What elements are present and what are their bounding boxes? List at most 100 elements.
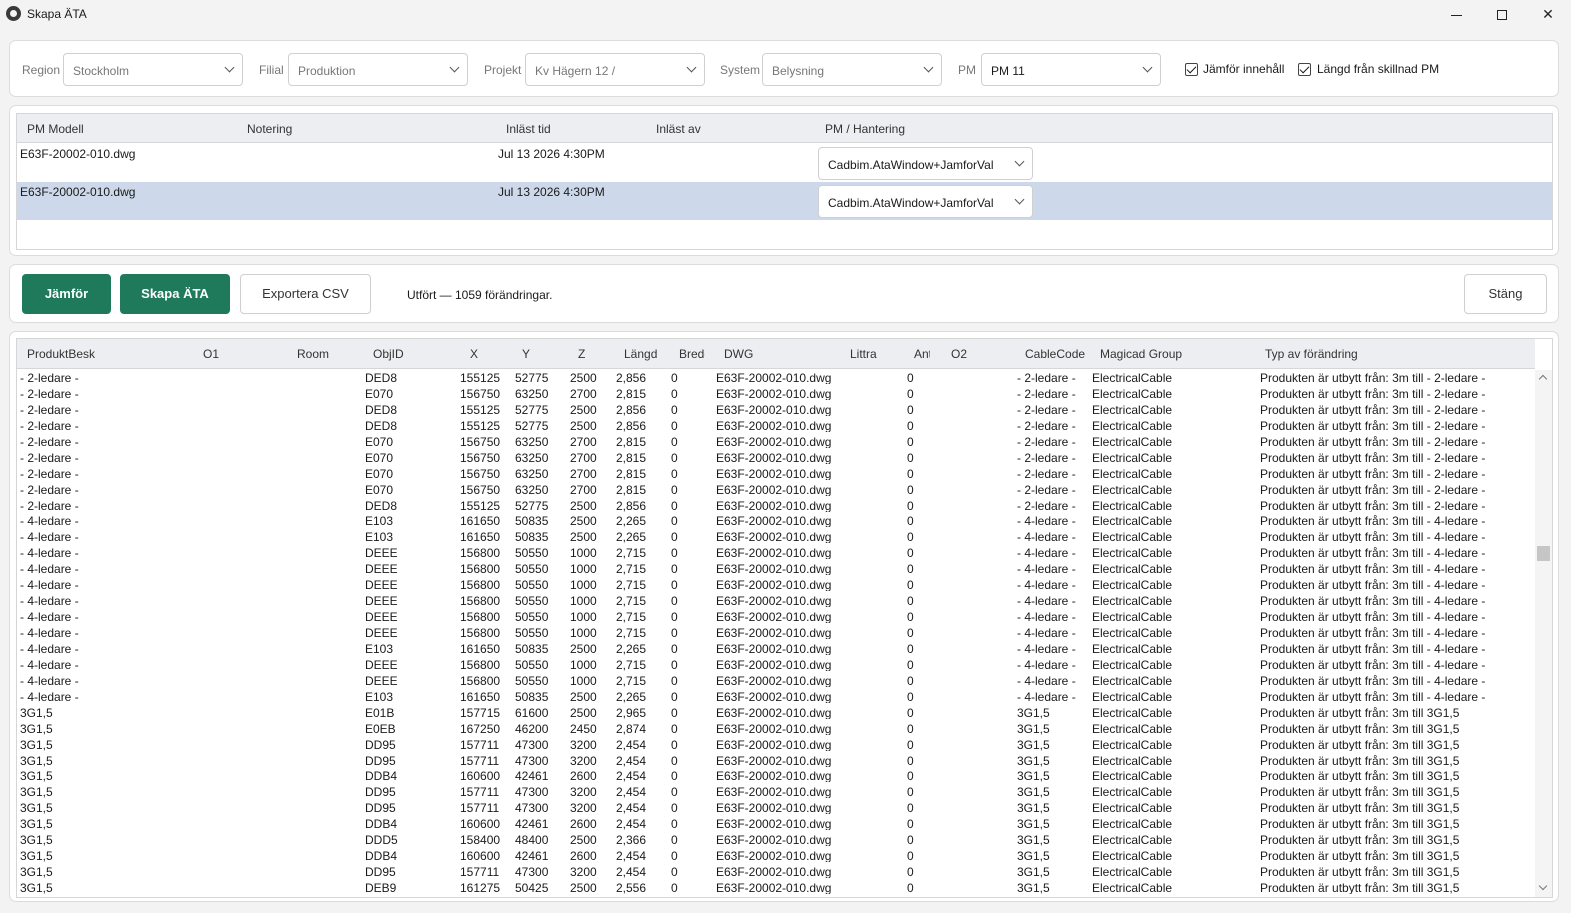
scroll-up-icon[interactable] bbox=[1538, 374, 1548, 384]
table-row[interactable]: - 2-ledare - DED8 155125 52775 2500 2,856 0 E63… bbox=[17, 418, 1535, 434]
close-button[interactable]: Stäng bbox=[1464, 274, 1547, 314]
table-row[interactable]: 3G1,5 DDB4 160600 42461 2600 2,454 0 E63F-20002… bbox=[17, 848, 1535, 864]
cell-x: 167250 bbox=[460, 722, 501, 735]
col-header-y[interactable]: Y bbox=[522, 347, 530, 361]
pm-select[interactable]: PM 11 bbox=[981, 53, 1161, 86]
table-row[interactable]: 3G1,5 DD95 157711 47300 3200 2,454 0 E63F-20002… bbox=[17, 753, 1535, 769]
cell-dwg: E63F-20002-010.dwg bbox=[716, 818, 832, 831]
pm-table-row[interactable]: E63F-20002-010.dwg Jul 13 2026 4:30PM Ca… bbox=[17, 144, 1552, 182]
cell-cablecode: 3G1,5 bbox=[1017, 802, 1050, 815]
col-header-dwg[interactable]: DWG bbox=[724, 347, 753, 361]
col-header-change-type[interactable]: Typ av förändring bbox=[1265, 347, 1358, 361]
table-row[interactable]: 3G1,5 DD95 157711 47300 3200 2,454 0 E63F-20002… bbox=[17, 784, 1535, 800]
cell-produktbesk: - 2-ledare - bbox=[20, 499, 79, 512]
table-row[interactable]: - 4-ledare - DEEE 156800 50550 1000 2,715 0 E63… bbox=[17, 625, 1535, 641]
cell-z: 2500 bbox=[570, 531, 597, 544]
table-row[interactable]: 3G1,5 DDB4 160600 42461 2600 2,454 0 E63F-20002… bbox=[17, 816, 1535, 832]
cell-bredd: 0 bbox=[671, 818, 678, 831]
table-row[interactable]: - 2-ledare - E070 156750 63250 2700 2,815 0 E63… bbox=[17, 466, 1535, 482]
table-row[interactable]: - 4-ledare - DEEE 156800 50550 1000 2,715 0 E63… bbox=[17, 577, 1535, 593]
col-header-room[interactable]: Room bbox=[297, 347, 329, 361]
cell-magicad-group: ElectricalCable bbox=[1092, 706, 1173, 719]
table-row[interactable]: 3G1,5 E01B 157715 61600 2500 2,965 0 E63F-20002… bbox=[17, 705, 1535, 721]
table-row[interactable]: - 4-ledare - DEEE 156800 50550 1000 2,715 0 E63… bbox=[17, 609, 1535, 625]
table-row[interactable]: - 2-ledare - DED8 155125 52775 2500 2,856 0 E63… bbox=[17, 402, 1535, 418]
col-header-o1[interactable]: O1 bbox=[203, 347, 219, 361]
col-header-produktbesk[interactable]: ProduktBesk bbox=[27, 347, 95, 361]
export-csv-button[interactable]: Exportera CSV bbox=[240, 274, 371, 314]
table-row[interactable]: 3G1,5 E0EB 167250 46200 2450 2,874 0 E63F-20002… bbox=[17, 721, 1535, 737]
cell-z: 2500 bbox=[570, 882, 597, 894]
cell-bredd: 0 bbox=[671, 706, 678, 719]
minimize-button[interactable] bbox=[1433, 0, 1479, 30]
table-row[interactable]: - 2-ledare - DED8 155125 52775 2500 2,856 0 E63… bbox=[17, 370, 1535, 386]
table-row[interactable]: - 4-ledare - DEEE 156800 50550 1000 2,715 0 E63… bbox=[17, 657, 1535, 673]
filial-value: Produktion bbox=[298, 64, 356, 78]
cell-magicad-group: ElectricalCable bbox=[1092, 802, 1173, 815]
table-row[interactable]: - 4-ledare - DEEE 156800 50550 1000 2,715 0 E63… bbox=[17, 561, 1535, 577]
cell-z: 2500 bbox=[570, 834, 597, 847]
table-row[interactable]: 3G1,5 DD95 157711 47300 3200 2,454 0 E63F-20002… bbox=[17, 800, 1535, 816]
pm-col-by[interactable]: Inläst av bbox=[656, 122, 701, 136]
pm-col-model[interactable]: PM Modell bbox=[27, 122, 84, 136]
table-row[interactable]: - 4-ledare - E103 161650 50835 2500 2,265 0 E63… bbox=[17, 689, 1535, 705]
length-diff-checkbox[interactable] bbox=[1298, 63, 1311, 76]
table-row[interactable]: - 4-ledare - E103 161650 50835 2500 2,265 0 E63… bbox=[17, 641, 1535, 657]
pm-col-time[interactable]: Inläst tid bbox=[506, 122, 551, 136]
cell-langd: 2,366 bbox=[616, 834, 647, 847]
filial-select[interactable]: Produktion bbox=[288, 53, 468, 86]
changes-table-body[interactable]: - 2-ledare - DED8 155125 52775 2500 2,856 0 E63… bbox=[17, 370, 1535, 897]
compare-button[interactable]: Jämför bbox=[22, 274, 111, 314]
table-row[interactable]: 3G1,5 DDD5 158400 48400 2500 2,366 0 E63F-20002… bbox=[17, 832, 1535, 848]
scroll-thumb[interactable] bbox=[1537, 546, 1550, 561]
create-ata-button[interactable]: Skapa ÄTA bbox=[120, 274, 230, 314]
table-row[interactable]: - 2-ledare - E070 156750 63250 2700 2,815 0 E63… bbox=[17, 386, 1535, 402]
close-window-button[interactable]: ✕ bbox=[1525, 0, 1571, 30]
pm-col-note[interactable]: Notering bbox=[247, 122, 292, 136]
cell-antal: 0 bbox=[907, 451, 914, 464]
vertical-scrollbar[interactable] bbox=[1535, 370, 1552, 897]
table-row[interactable]: 3G1,5 DDB4 160600 42461 2600 2,454 0 E63F-20002… bbox=[17, 768, 1535, 784]
pm-col-handling[interactable]: PM / Hantering bbox=[825, 122, 905, 136]
system-select[interactable]: Belysning bbox=[762, 53, 942, 86]
cell-change-type: Produkten är utbytt från: 3m till - 4-le… bbox=[1260, 595, 1486, 608]
cell-langd: 2,265 bbox=[616, 515, 647, 528]
pm-handling-select[interactable]: Cadbim.AtaWindow+JamforVal bbox=[818, 185, 1033, 218]
table-row[interactable]: - 4-ledare - E103 161650 50835 2500 2,265 0 E63… bbox=[17, 513, 1535, 529]
table-row[interactable]: 3G1,5 DEB9 161275 50425 2500 2,556 0 E63F-20002… bbox=[17, 880, 1535, 896]
pm-table-row-selected[interactable]: E63F-20002-010.dwg Jul 13 2026 4:30PM Ca… bbox=[17, 182, 1552, 220]
col-header-o2[interactable]: O2 bbox=[951, 347, 967, 361]
projekt-select[interactable]: Kv Hägern 12 / bbox=[525, 53, 705, 86]
col-header-objid[interactable]: ObjID bbox=[373, 347, 404, 361]
cell-bredd: 0 bbox=[671, 690, 678, 703]
table-row[interactable]: - 2-ledare - E070 156750 63250 2700 2,815 0 E63… bbox=[17, 482, 1535, 498]
table-row[interactable]: - 4-ledare - DEEE 156800 50550 1000 2,715 0 E63… bbox=[17, 673, 1535, 689]
cell-dwg: E63F-20002-010.dwg bbox=[716, 754, 832, 767]
col-header-z[interactable]: Z bbox=[578, 347, 585, 361]
cell-produktbesk: 3G1,5 bbox=[20, 818, 53, 831]
cell-magicad-group: ElectricalCable bbox=[1092, 850, 1173, 863]
col-header-langd[interactable]: Längd bbox=[624, 347, 657, 361]
col-header-magicad-group[interactable]: Magicad Group bbox=[1100, 347, 1182, 361]
cell-y: 48400 bbox=[515, 834, 549, 847]
cell-y: 50550 bbox=[515, 674, 549, 687]
maximize-button[interactable] bbox=[1479, 0, 1525, 30]
region-select[interactable]: Stockholm bbox=[63, 53, 243, 86]
table-row[interactable]: - 2-ledare - E070 156750 63250 2700 2,815 0 E63… bbox=[17, 434, 1535, 450]
table-row[interactable]: 3G1,5 DD95 157711 47300 3200 2,454 0 E63F-20002… bbox=[17, 737, 1535, 753]
table-row[interactable]: - 2-ledare - DED8 155125 52775 2500 2,856 0 E63… bbox=[17, 498, 1535, 514]
table-row[interactable]: - 2-ledare - E070 156750 63250 2700 2,815 0 E63… bbox=[17, 450, 1535, 466]
cell-z: 2500 bbox=[570, 706, 597, 719]
table-row[interactable]: - 4-ledare - DEEE 156800 50550 1000 2,715 0 E63… bbox=[17, 545, 1535, 561]
scroll-down-icon[interactable] bbox=[1538, 881, 1548, 891]
col-header-littra[interactable]: Littra bbox=[850, 347, 877, 361]
col-header-cablecode[interactable]: CableCode bbox=[1025, 347, 1085, 361]
pm-handling-select[interactable]: Cadbim.AtaWindow+JamforVal bbox=[818, 147, 1033, 180]
col-header-bredd[interactable]: Bredd bbox=[679, 347, 705, 361]
table-row[interactable]: - 4-ledare - DEEE 156800 50550 1000 2,715 0 E63… bbox=[17, 593, 1535, 609]
table-row[interactable]: 3G1,5 DD95 157711 47300 3200 2,454 0 E63F-20002… bbox=[17, 864, 1535, 880]
col-header-antal[interactable]: Antal bbox=[914, 347, 930, 361]
table-row[interactable]: - 4-ledare - E103 161650 50835 2500 2,265 0 E63… bbox=[17, 529, 1535, 545]
col-header-x[interactable]: X bbox=[470, 347, 478, 361]
compare-content-checkbox[interactable] bbox=[1185, 63, 1198, 76]
